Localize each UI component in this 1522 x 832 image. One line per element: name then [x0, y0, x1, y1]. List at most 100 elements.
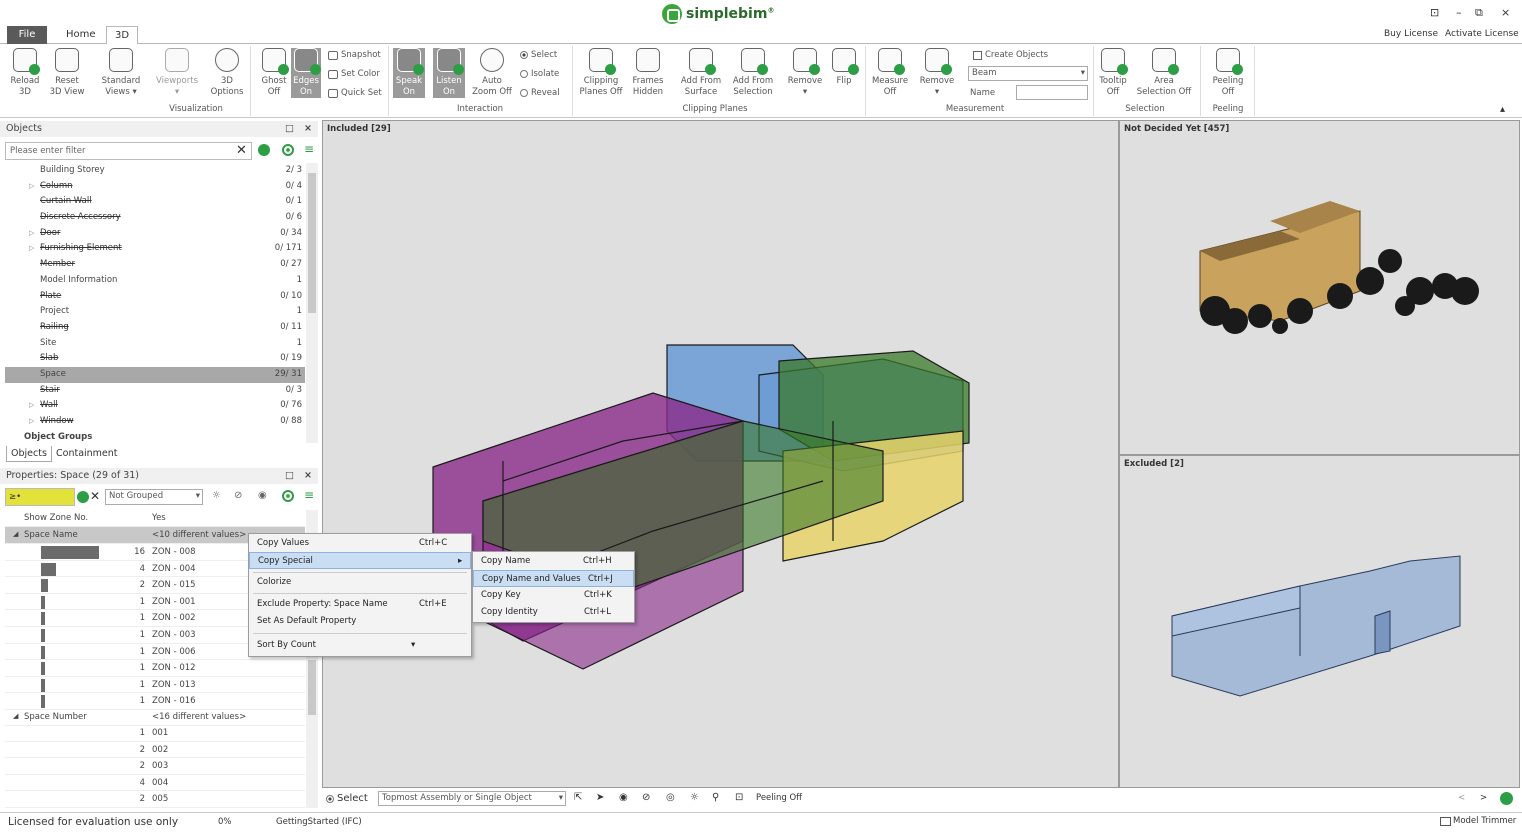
clear-property-filter-icon[interactable]: ✕ — [90, 489, 100, 503]
eye-icon[interactable]: ◉ — [619, 792, 628, 803]
object-tree-scrollbar[interactable] — [306, 163, 318, 443]
tree-item-stair[interactable]: Stair 0/ 3 — [5, 383, 305, 399]
menu-copy-key[interactable]: Copy Key Ctrl+K — [473, 587, 634, 604]
tree-item-curtain-wall[interactable]: Curtain Wall 0/ 1 — [5, 194, 305, 210]
quick-set-button[interactable]: Quick Set — [328, 88, 382, 98]
eye-icon[interactable]: ◉ — [258, 490, 267, 501]
grouping-select[interactable]: Not Grouped ▾ — [105, 489, 203, 505]
area-zoom-icon[interactable]: ⊡ — [735, 792, 743, 803]
model-trimmer-button[interactable]: Model Trimmer — [1440, 816, 1516, 826]
flip-button[interactable]: Flip — [828, 48, 860, 87]
viewport-included[interactable]: Included [29] — [322, 120, 1119, 788]
reveal-radio[interactable]: Reveal — [520, 88, 560, 98]
menu-exclude-property[interactable]: Exclude Property: Space Name Ctrl+E — [249, 596, 471, 613]
property-filter-input[interactable]: ≥• — [5, 488, 75, 506]
tree-item-project[interactable]: Project 1 — [5, 304, 305, 320]
object-filter-input[interactable]: Please enter filter — [5, 142, 252, 160]
tree-item-slab[interactable]: Slab 0/ 19 — [5, 351, 305, 367]
tree-item-window[interactable]: ▷ Window 0/ 88 — [5, 414, 305, 430]
viewport-excluded[interactable]: Excluded [2] — [1119, 455, 1520, 788]
tree-item-plate[interactable]: Plate 0/ 10 — [5, 289, 305, 305]
include-icon[interactable] — [258, 144, 270, 156]
collapse-triangle-icon[interactable]: ◢ — [13, 712, 18, 720]
collapse-ribbon-icon[interactable]: ▴ — [1500, 104, 1505, 115]
menu-copy-name-and-values[interactable]: Copy Name and Values Ctrl+J — [473, 570, 634, 587]
listen-on-button[interactable]: Listen On — [433, 48, 465, 98]
space-number-value-row[interactable]: 1 001 — [5, 725, 305, 742]
prev-page-icon[interactable]: < — [1458, 793, 1465, 803]
panel-float-icon[interactable]: □ — [285, 121, 294, 137]
add-from-surface-button[interactable]: Add From Surface — [677, 48, 725, 98]
menu-copy-values[interactable]: Copy Values Ctrl+C — [249, 535, 471, 552]
target-icon[interactable] — [282, 144, 294, 156]
expand-arrow-icon[interactable]: ▷ — [29, 398, 34, 414]
remove-clipping-button[interactable]: Remove ▾ — [785, 48, 825, 98]
tree-item-site[interactable]: Site 1 — [5, 336, 305, 352]
scrollbar-thumb[interactable] — [308, 660, 316, 715]
3d-options-button[interactable]: 3D Options — [208, 48, 246, 98]
buy-license-link[interactable]: Buy License — [1384, 29, 1438, 39]
minimize-icon[interactable]: – — [1456, 6, 1462, 19]
space-number-value-row[interactable]: 4 004 — [5, 775, 305, 792]
next-page-icon[interactable]: > — [1480, 793, 1487, 803]
tab-objects[interactable]: Objects — [6, 446, 52, 462]
tooltip-off-button[interactable]: Tooltip Off — [1096, 48, 1130, 98]
frames-hidden-button[interactable]: Frames Hidden — [628, 48, 668, 98]
space-number-value-row[interactable]: 2 002 — [5, 742, 305, 759]
tab-file[interactable]: File — [7, 26, 47, 44]
selection-mode-select[interactable]: Topmost Assembly or Single Object ▾ — [378, 791, 566, 806]
menu-copy-special[interactable]: Copy Special ▸ — [249, 552, 471, 569]
target-icon[interactable] — [282, 490, 294, 502]
property-row-space-number[interactable]: ◢ Space Number <16 different values> — [5, 709, 305, 726]
expand-arrow-icon[interactable]: ▷ — [29, 226, 34, 242]
create-objects-checkbox[interactable]: Create Objects — [973, 50, 1048, 60]
space-name-value-row[interactable]: 1 ZON - 013 — [5, 677, 305, 694]
tab-home[interactable]: Home — [58, 26, 104, 44]
tree-item-space[interactable]: Space 29/ 31 — [5, 366, 305, 383]
space-name-value-row[interactable]: 1 ZON - 016 — [5, 693, 305, 710]
select-radio[interactable]: Select — [520, 50, 557, 60]
ghost-off-button[interactable]: Ghost Off — [255, 48, 293, 98]
menu-colorize[interactable]: Colorize — [249, 574, 471, 591]
select-mode-toggle[interactable]: Select — [326, 793, 368, 804]
reset-3d-view-button[interactable]: Reset 3D View — [48, 48, 86, 98]
menu-copy-identity[interactable]: Copy Identity Ctrl+L — [473, 604, 634, 621]
add-from-selection-button[interactable]: Add From Selection — [730, 48, 776, 98]
viewports-button[interactable]: Viewports ▾ — [155, 48, 199, 98]
measure-off-button[interactable]: Measure Off — [870, 48, 910, 98]
panel-close-icon[interactable]: × — [304, 121, 312, 137]
tree-item-model-information[interactable]: Model Information 1 — [5, 273, 305, 289]
collapse-triangle-icon[interactable]: ◢ — [13, 530, 18, 538]
maximize-icon[interactable]: ⧉ — [1475, 6, 1483, 20]
viewport-not-decided[interactable]: Not Decided Yet [457] — [1119, 120, 1520, 455]
lightbulb-icon[interactable]: ☼ — [690, 792, 699, 803]
speak-on-button[interactable]: Speak On — [393, 48, 425, 98]
tree-item-discrete-accessory[interactable]: Discrete Accessory 0/ 6 — [5, 210, 305, 226]
status-ok-icon[interactable] — [1500, 792, 1513, 805]
peeling-off-button[interactable]: Peeling Off — [1208, 48, 1248, 98]
object-type-select[interactable]: Beam ▾ — [968, 66, 1088, 81]
lightbulb-icon[interactable]: ☼ — [212, 490, 221, 501]
standard-views-button[interactable]: Standard Views ▾ — [100, 48, 142, 98]
tree-item-building-storey[interactable]: Building Storey 2/ 3 — [5, 163, 305, 179]
tree-item-railing[interactable]: Railing 0/ 11 — [5, 320, 305, 336]
pointer-icon[interactable]: ➤ — [596, 792, 604, 803]
space-name-value-row[interactable]: 1 ZON - 012 — [5, 660, 305, 677]
menu-copy-name[interactable]: Copy Name Ctrl+H — [473, 553, 634, 570]
tab-containment[interactable]: Containment — [52, 446, 122, 462]
tree-item-column[interactable]: ▷ Column 0/ 4 — [5, 179, 305, 195]
clipping-planes-button[interactable]: Clipping Planes Off — [579, 48, 623, 98]
remove-measure-button[interactable]: Remove ▾ — [917, 48, 957, 98]
tab-3d[interactable]: 3D — [106, 26, 139, 45]
tree-item-member[interactable]: Member 0/ 27 — [5, 257, 305, 273]
auto-zoom-button[interactable]: Auto Zoom Off — [470, 48, 514, 98]
area-selection-button[interactable]: Area Selection Off — [1136, 48, 1192, 98]
isolate-radio[interactable]: Isolate — [520, 69, 559, 79]
list-menu-icon[interactable]: ≡ — [304, 488, 314, 502]
peeling-status[interactable]: Peeling Off — [756, 793, 802, 803]
snapshot-button[interactable]: Snapshot — [328, 50, 381, 60]
tree-item-wall[interactable]: ▷ Wall 0/ 76 — [5, 398, 305, 414]
expand-arrow-icon[interactable]: ▷ — [29, 179, 34, 195]
menu-set-default-property[interactable]: Set As Default Property — [249, 613, 471, 630]
property-row-show-zone[interactable]: Show Zone No. Yes — [5, 510, 305, 527]
